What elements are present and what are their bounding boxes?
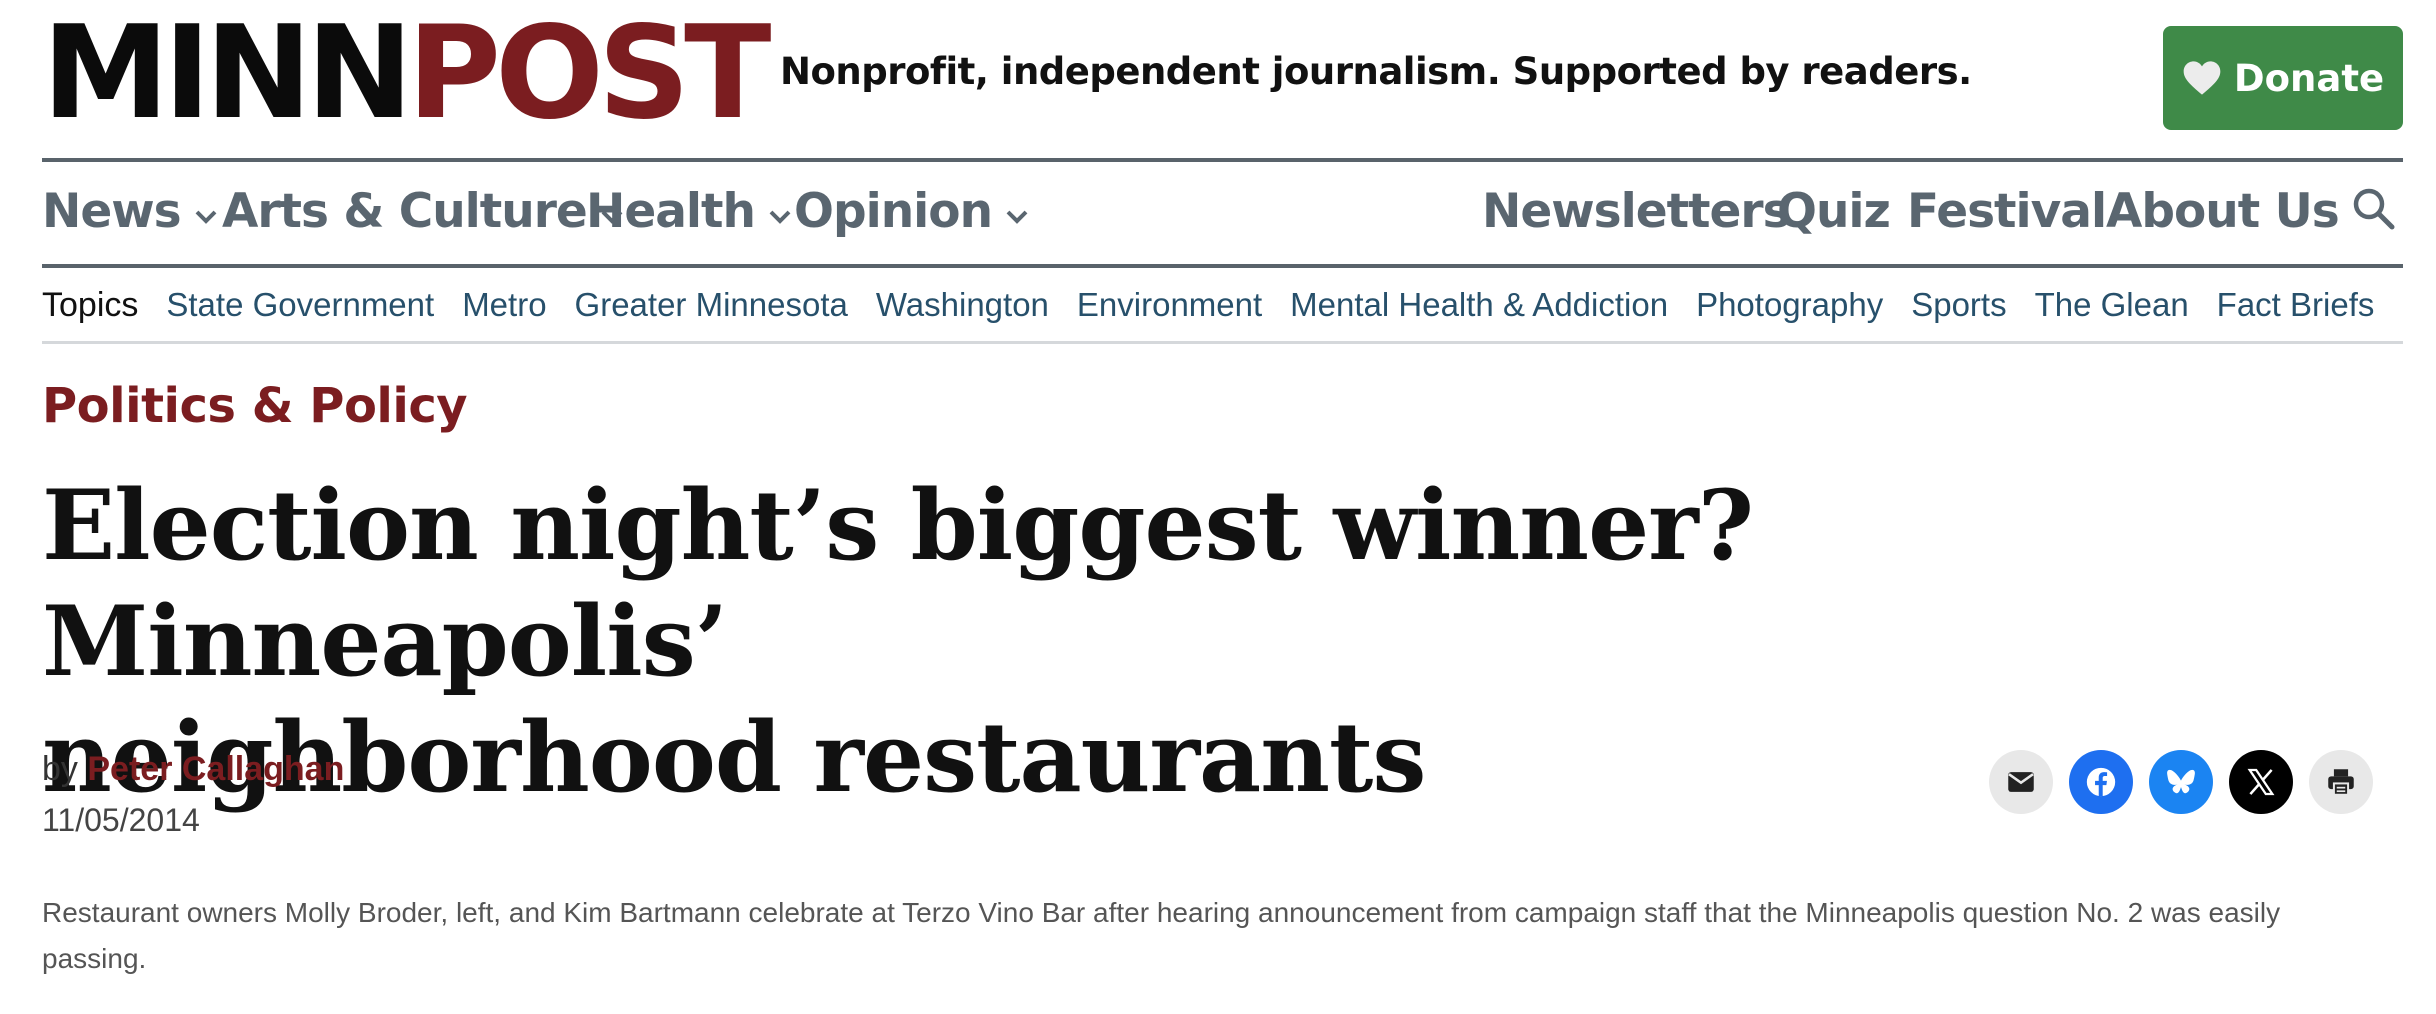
donate-label: Donate — [2233, 56, 2385, 100]
topic-link[interactable]: Environment — [1077, 286, 1262, 324]
topics-label: Topics — [42, 285, 139, 324]
chevron-down-icon — [769, 210, 791, 224]
site-header: MINN POST Nonprofit, independent journali… — [42, 0, 2403, 158]
headline-line-1: Election night’s biggest winner? Minneap… — [42, 469, 1754, 698]
chevron-down-icon — [1006, 210, 1028, 224]
topic-link[interactable]: State Government — [166, 286, 434, 324]
nav-label: Health — [586, 184, 756, 239]
nav-item-newsletters[interactable]: Newsletters — [1482, 184, 1791, 239]
nav-item-arts-culture[interactable]: Arts & Culture — [222, 184, 623, 239]
topics-bar: Topics State Government Metro Greater Mi… — [42, 268, 2403, 342]
topic-link[interactable]: Mental Health & Addiction — [1290, 286, 1668, 324]
email-icon — [2008, 772, 2034, 792]
donate-button[interactable]: Donate — [2163, 26, 2403, 130]
share-x-button[interactable] — [2229, 750, 2293, 814]
topics-divider — [42, 341, 2403, 344]
topic-link[interactable]: Photography — [1696, 286, 1883, 324]
topic-link[interactable]: The Glean — [2035, 286, 2189, 324]
topic-link[interactable]: Metro — [462, 286, 546, 324]
nav-label: Opinion — [794, 184, 993, 239]
search-icon[interactable] — [2351, 186, 2395, 230]
topic-link[interactable]: Fact Briefs — [2217, 286, 2375, 324]
nav-item-about-us[interactable]: About Us — [2106, 184, 2340, 239]
x-icon — [2247, 768, 2275, 796]
logo-post: POST — [407, 0, 771, 148]
minnpost-logo[interactable]: MINN POST — [42, 10, 771, 138]
page: MINN POST Nonprofit, independent journali… — [0, 0, 2436, 1014]
bluesky-icon — [2167, 769, 2195, 794]
main-nav: News Arts & Culture Health Opinion Newsl… — [42, 162, 2403, 264]
nav-item-opinion[interactable]: Opinion — [794, 184, 1028, 239]
nav-label: Quiz — [1777, 184, 1891, 239]
nav-label: About Us — [2106, 184, 2340, 239]
share-facebook-button[interactable] — [2069, 750, 2133, 814]
photo-caption: Restaurant owners Molly Broder, left, an… — [42, 897, 2281, 974]
byline-prefix: by — [42, 750, 78, 788]
topic-link[interactable]: Sports — [1911, 286, 2006, 324]
print-icon — [2328, 769, 2354, 796]
article-category[interactable]: Politics & Policy — [42, 378, 468, 434]
share-bluesky-button[interactable] — [2149, 750, 2213, 814]
nav-label: Arts & Culture — [222, 184, 588, 239]
logo-minn: MINN — [42, 0, 413, 148]
nav-label: Festival — [1907, 184, 2107, 239]
author-link[interactable]: Peter Callaghan — [87, 750, 344, 788]
chevron-down-icon — [195, 210, 217, 224]
tagline: Nonprofit, independent journalism. Suppo… — [780, 50, 1972, 93]
nav-item-quiz[interactable]: Quiz — [1777, 184, 1891, 239]
topic-link[interactable]: Greater Minnesota — [575, 286, 848, 324]
nav-item-health[interactable]: Health — [586, 184, 791, 239]
publish-date: 11/05/2014 — [42, 802, 200, 838]
print-button[interactable] — [2309, 750, 2373, 814]
topic-link[interactable]: Washington — [876, 286, 1049, 324]
nav-item-news[interactable]: News — [42, 184, 217, 239]
share-email-button[interactable] — [1989, 750, 2053, 814]
byline: by Peter Callaghan — [42, 750, 344, 789]
nav-item-festival[interactable]: Festival — [1907, 184, 2107, 239]
share-buttons — [1989, 750, 2373, 814]
facebook-icon — [2086, 767, 2116, 797]
heart-icon — [2183, 61, 2221, 95]
article-headline: Election night’s biggest winner? Minneap… — [42, 468, 2192, 816]
nav-label: Newsletters — [1482, 184, 1791, 239]
nav-label: News — [42, 184, 182, 239]
